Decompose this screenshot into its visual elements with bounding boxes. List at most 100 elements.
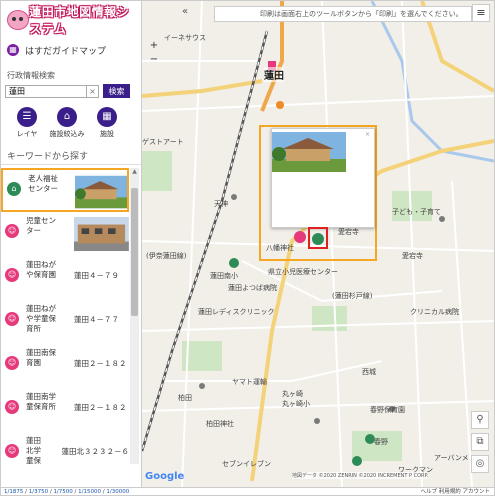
locate-icon[interactable]: ◎: [471, 455, 489, 473]
child-center-photo: [74, 216, 129, 252]
map-label: 天神: [214, 200, 228, 208]
result-label: 蓮田ねがや学童保育所: [26, 304, 56, 333]
result-item[interactable]: ☺ 蓮田北学童保育所 蓮田北３２３２－６: [1, 432, 129, 464]
nursery-pin-icon: ☺: [5, 312, 19, 326]
guide-map-label: はすだガイドマップ: [25, 46, 107, 57]
search-label: 行政情報検索: [7, 71, 55, 80]
clear-search-icon[interactable]: ×: [87, 84, 99, 98]
result-list-scrollbar[interactable]: ▲: [130, 168, 139, 464]
map-label: (蓮田杉戸線): [332, 292, 373, 300]
result-address: 蓮田２－１８２: [74, 403, 127, 412]
map-label: 愛宕寺: [402, 252, 423, 260]
map-label: イーネサウス: [164, 34, 206, 42]
print-notice: 印刷は画面右上のツールボタンから「印刷」を選んでください。: [214, 6, 472, 22]
scale-3750[interactable]: 1/3750: [29, 489, 48, 495]
scale-bar: 1/1875 / 1/3750 / 1/7500 / 1/15000 / 1/3…: [1, 487, 494, 495]
facility-filter-button[interactable]: ⌂ 施設絞込み: [47, 107, 87, 139]
facility-popup: × 老人福祉センター 詳細を見る: [271, 128, 375, 228]
map-view[interactable]: « 印刷は画面右上のツールボタンから「印刷」を選んでください。 ≡ + − 蓮田…: [142, 1, 494, 487]
map-label: 蓮田よつば病院: [228, 284, 277, 292]
map-label: 県立小児医療センター: [268, 268, 338, 276]
search-button[interactable]: 検索: [103, 84, 130, 98]
map-label: 丸ヶ崎: [282, 390, 303, 398]
map-label: 西城: [362, 368, 376, 376]
result-item-selected[interactable]: ⌂ 老人福祉センター: [1, 168, 129, 212]
app-window: 蓮田市地図情報システム ▦ はすだガイドマップ 行政情報検索 × 検索 ☰ レイ…: [0, 0, 495, 496]
result-label: 蓮田南学童保育所: [26, 392, 56, 411]
map-label: 丸ヶ崎小: [282, 400, 310, 408]
map-attribution: 地図データ ©2020 ZENRIN ©2020 INCREMENT P COR…: [292, 472, 429, 479]
layers-toggle-icon[interactable]: ⧉: [471, 433, 489, 451]
home-icon: ⌂: [57, 107, 77, 127]
facility-label: 施設: [100, 130, 114, 138]
layer-button[interactable]: ☰ レイヤ: [7, 107, 47, 139]
map-label: アーバンメ: [434, 454, 469, 462]
google-logo: Google: [145, 471, 185, 482]
result-label: 蓮田北学童保育所: [26, 436, 41, 464]
result-label: 老人福祉センター: [28, 174, 58, 193]
map-label: (伊奈蓮田線): [146, 252, 187, 260]
scale-15000[interactable]: 1/15000: [78, 489, 101, 495]
collapse-sidebar-icon[interactable]: «: [182, 6, 194, 18]
result-item[interactable]: ☺ 蓮田ねがや学童保育所 蓮田４－７７: [1, 300, 129, 344]
map-label: 春野: [374, 438, 388, 446]
scale-7500[interactable]: 1/7500: [53, 489, 72, 495]
scrollbar-thumb[interactable]: [131, 188, 138, 316]
tool-buttons: ☰ レイヤ ⌂ 施設絞込み ▦ 施設: [7, 107, 141, 139]
facility-button[interactable]: ▦ 施設: [87, 107, 127, 139]
app-header: 蓮田市地図情報システム: [1, 1, 141, 39]
result-label: 蓮田南保育園: [26, 348, 56, 367]
nursery-pin-icon: ☺: [5, 268, 19, 282]
elder-center-photo: [74, 175, 127, 209]
map-label: セブンイレブン: [222, 460, 271, 468]
facility-filter-label: 施設絞込み: [49, 130, 85, 138]
selected-marker-frame[interactable]: [308, 227, 328, 249]
building-icon: ▦: [97, 107, 117, 127]
result-address: 蓮田２－１８２: [74, 359, 127, 368]
map-label: 柏田: [178, 394, 192, 402]
map-label: 春野保育園: [370, 406, 405, 414]
zoom-out-button[interactable]: −: [147, 53, 161, 67]
map-label: 子ども・子育て: [392, 208, 441, 216]
scroll-up-icon[interactable]: ▲: [130, 168, 139, 176]
scale-30000[interactable]: 1/30000: [106, 489, 129, 495]
result-address: 蓮田北３２３２－６: [61, 447, 130, 456]
layers-icon: ☰: [17, 107, 37, 127]
app-title: 蓮田市地図情報システム: [29, 5, 130, 36]
result-address: 蓮田４－７７: [74, 315, 119, 324]
nursery-pin-icon: ☺: [5, 356, 19, 370]
scale-1875[interactable]: 1/1875: [4, 489, 23, 495]
map-label: 蓮田南小: [210, 272, 238, 280]
search-input[interactable]: [5, 84, 87, 98]
elder-center-pin-icon: ⌂: [7, 182, 21, 196]
map-label: ヤマト運輸: [232, 378, 267, 386]
result-address: 蓮田４－７９: [74, 271, 119, 280]
map-label-hasuda: 蓮田: [264, 67, 284, 82]
result-item[interactable]: ☺ 蓮田南保育園 蓮田２－１８２: [1, 344, 129, 388]
map-label: 柏田神社: [206, 420, 234, 428]
result-label: 児童センター: [26, 216, 56, 235]
guide-map-link[interactable]: ▦ はすだガイドマップ: [1, 39, 141, 61]
nursery-pin-icon: ☺: [5, 444, 19, 458]
zoom-in-button[interactable]: +: [147, 39, 161, 53]
result-label: 蓮田ねがや保育園: [26, 260, 56, 279]
result-item[interactable]: ☺ 児童センター: [1, 212, 129, 256]
search-row: × 検索: [5, 84, 141, 98]
zoom-control: + −: [147, 39, 161, 69]
result-item[interactable]: ☺ 蓮田ねがや保育園 蓮田４－７９: [1, 256, 129, 300]
keyword-search-label: キーワードから探す: [1, 139, 141, 165]
mascot-logo-icon: [5, 9, 29, 31]
child-center-pin-icon: ☺: [5, 224, 19, 238]
map-label: 蓮田レディスクリニック: [198, 308, 275, 316]
footer-links[interactable]: ヘルプ 利用規約 アカウント: [421, 488, 491, 496]
layer-label: レイヤ: [16, 130, 38, 138]
guide-map-icon: ▦: [7, 44, 19, 56]
nursery-pin-icon: ☺: [5, 400, 19, 414]
street-view-icon[interactable]: ⚲: [471, 411, 489, 429]
result-item[interactable]: ☺ 蓮田南学童保育所 蓮田２－１８２: [1, 388, 129, 432]
popup-close-icon[interactable]: ×: [365, 131, 370, 138]
map-label: ゲストアート: [142, 138, 184, 146]
menu-icon[interactable]: ≡: [472, 4, 490, 22]
result-list: ⌂ 老人福祉センター ☺ 児童センター ☺ 蓮田ねがや保育園 蓮田４－７９ ☺ …: [1, 168, 129, 464]
sidebar: 蓮田市地図情報システム ▦ はすだガイドマップ 行政情報検索 × 検索 ☰ レイ…: [1, 1, 142, 487]
